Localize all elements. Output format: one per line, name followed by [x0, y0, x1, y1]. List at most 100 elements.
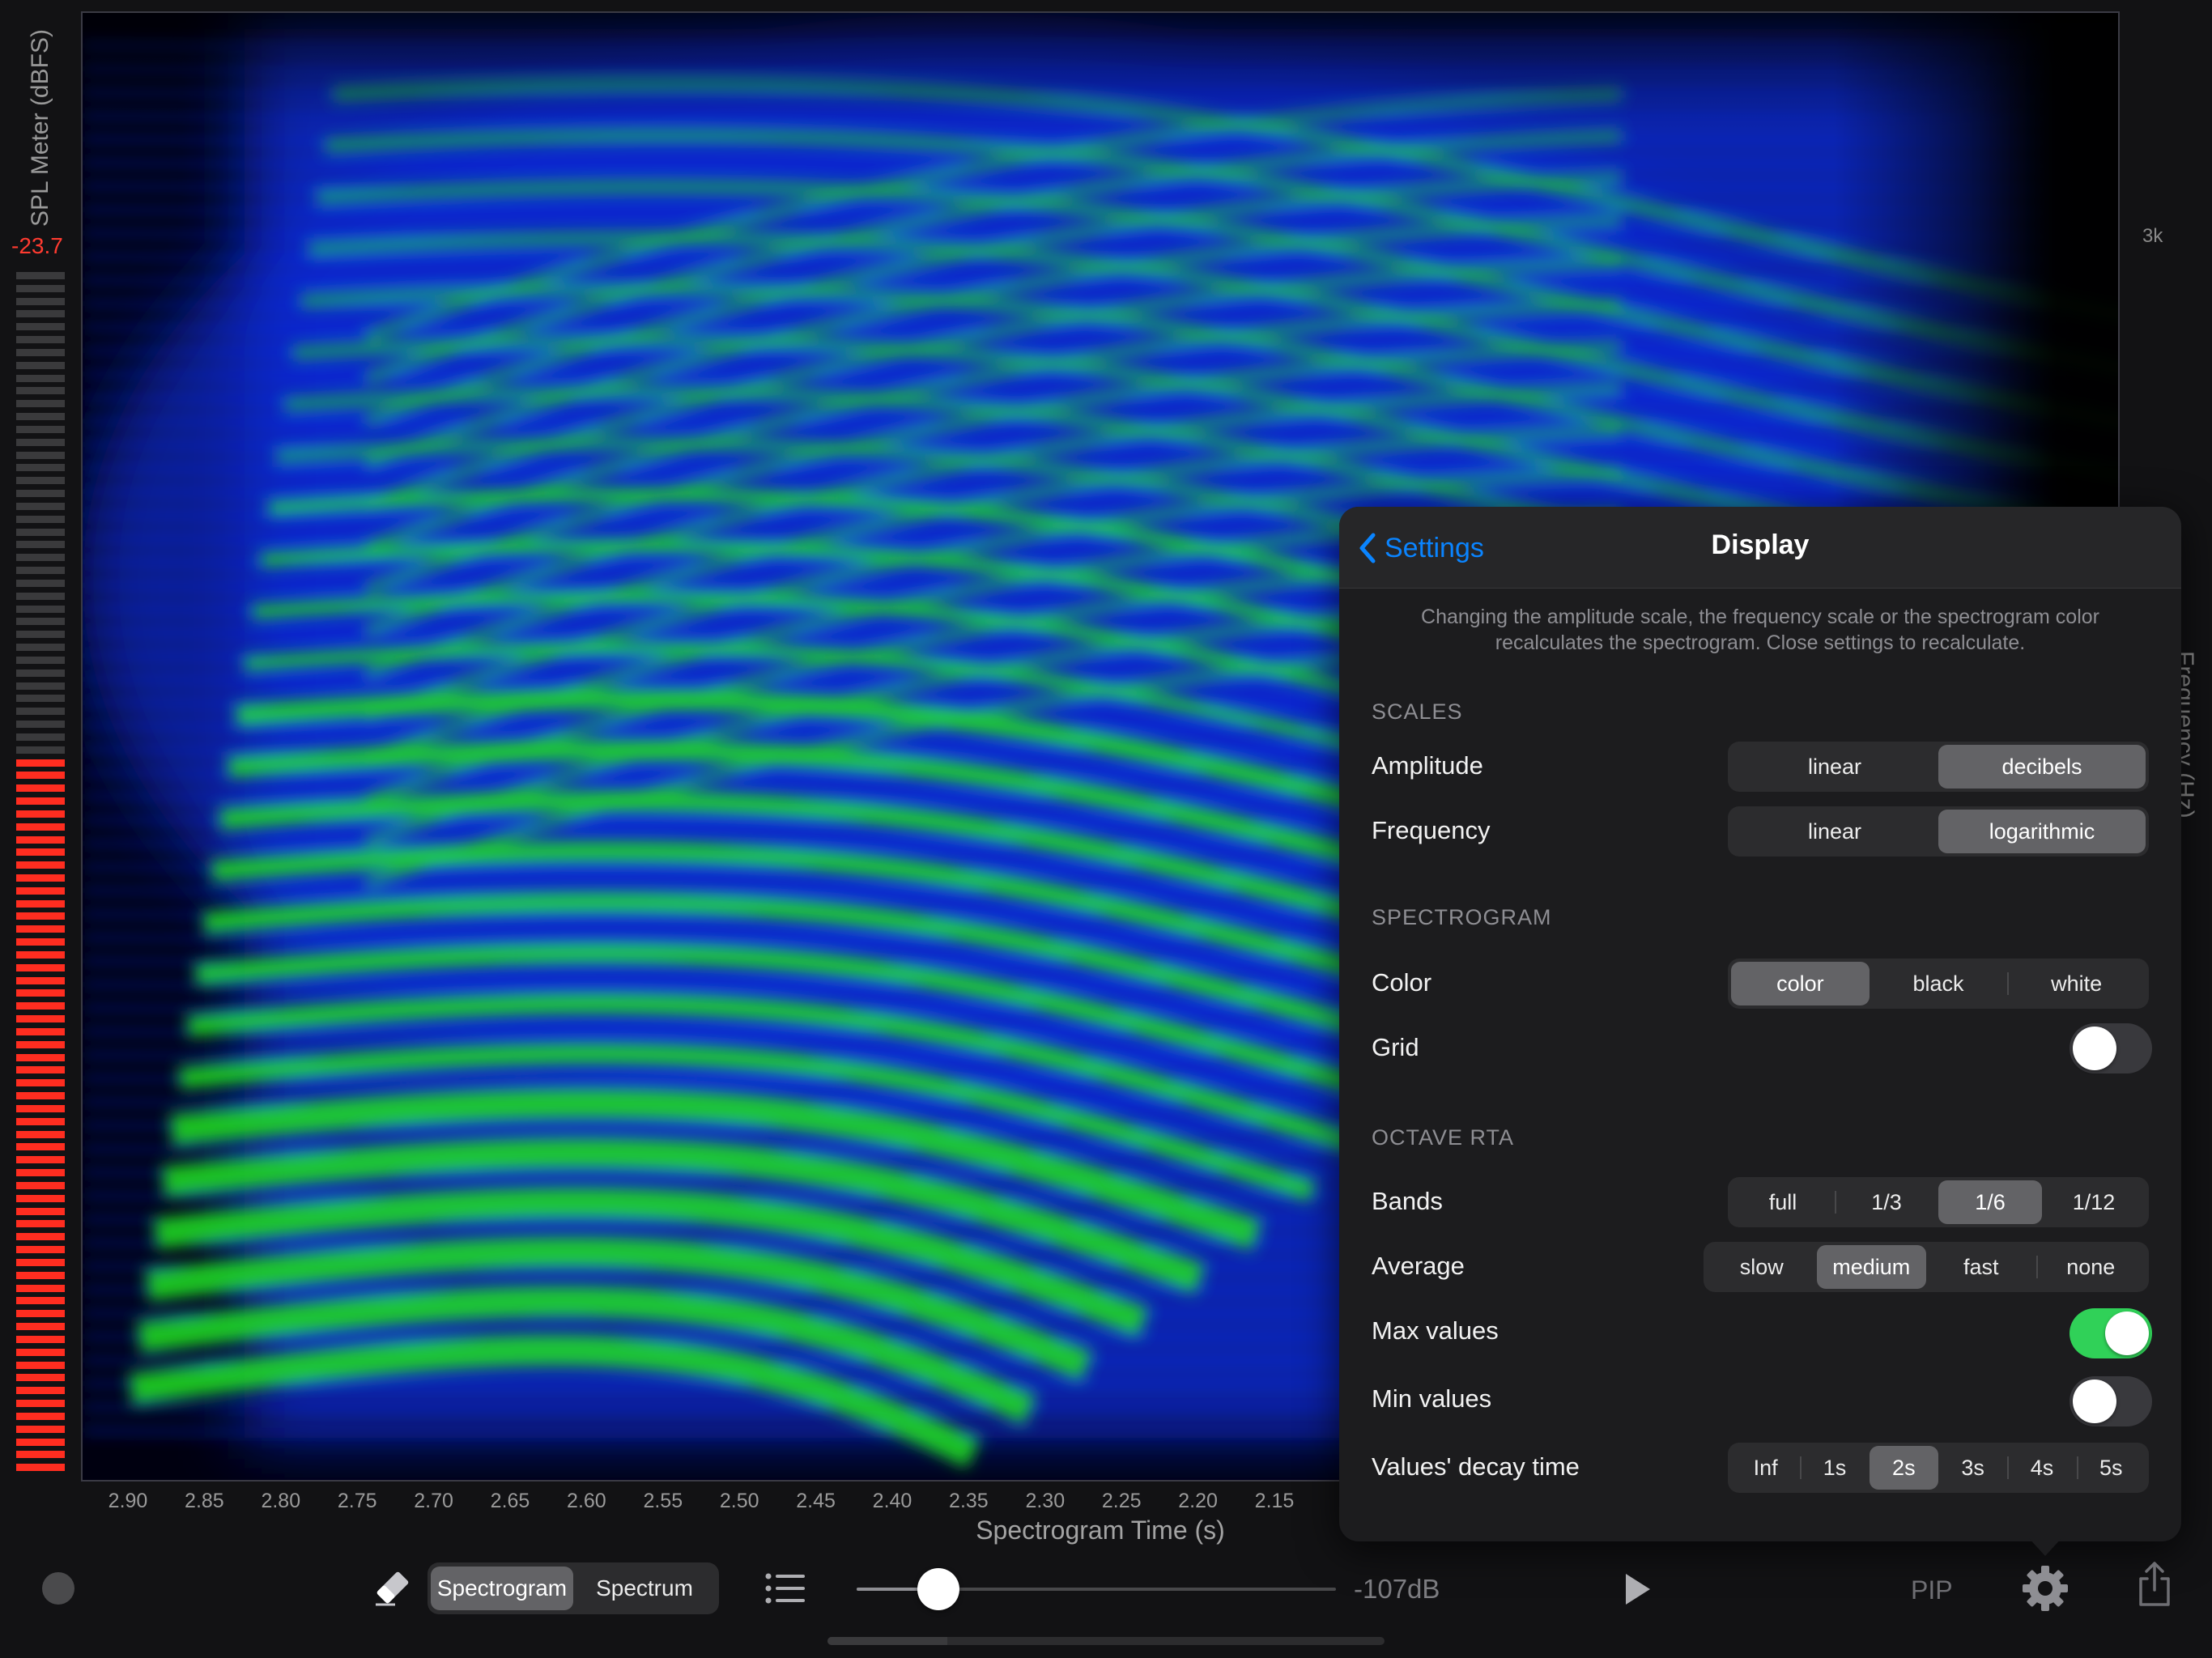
spl-segment — [16, 425, 65, 433]
spl-segment — [16, 1400, 65, 1408]
x-tick-label: 2.80 — [261, 1490, 301, 1512]
decay-option-2s[interactable]: 2s — [1869, 1446, 1938, 1490]
record-button[interactable] — [42, 1572, 74, 1605]
spl-segment — [16, 848, 65, 857]
spl-segment — [16, 835, 65, 844]
spl-segment — [16, 950, 65, 959]
x-tick-label: 2.45 — [796, 1490, 836, 1512]
max-values-toggle[interactable] — [2069, 1308, 2152, 1358]
section-octave-rta: OCTAVE RTA — [1372, 1125, 1515, 1150]
mode-segmented-control[interactable]: Spectrogram Spectrum — [428, 1562, 719, 1614]
color-option-black[interactable]: black — [1870, 962, 2008, 1005]
bands-option-1-12[interactable]: 1/12 — [2042, 1180, 2146, 1224]
x-tick-label: 2.50 — [719, 1490, 759, 1512]
spl-segment — [16, 336, 65, 344]
pip-button[interactable]: PIP — [1911, 1575, 1953, 1605]
play-icon[interactable] — [1621, 1571, 1653, 1612]
min-values-label: Min values — [1372, 1384, 1492, 1413]
spl-meter-title: SPL Meter (dBFS) — [27, 29, 53, 227]
frequency-option-logarithmic[interactable]: logarithmic — [1938, 810, 2146, 853]
spl-segment — [16, 1079, 65, 1087]
bands-option-1-3[interactable]: 1/3 — [1835, 1180, 1938, 1224]
spl-segment — [16, 1143, 65, 1151]
spl-segment — [16, 438, 65, 446]
mode-option-spectrum[interactable]: Spectrum — [573, 1567, 716, 1610]
spl-segment — [16, 925, 65, 933]
spl-segment — [16, 938, 65, 946]
spl-segment — [16, 1425, 65, 1433]
color-segmented-control[interactable]: color black white — [1728, 959, 2149, 1009]
spl-segment — [16, 874, 65, 882]
share-icon[interactable] — [2136, 1561, 2173, 1612]
average-option-fast[interactable]: fast — [1926, 1245, 2036, 1289]
spl-segment — [16, 1040, 65, 1048]
popover-arrow — [2027, 1537, 2063, 1556]
x-tick-label: 2.65 — [490, 1490, 530, 1512]
average-label: Average — [1372, 1252, 1465, 1280]
display-settings-popover: Settings Display Changing the amplitude … — [1339, 507, 2181, 1541]
amplitude-label: Amplitude — [1372, 751, 1483, 780]
spl-segment — [16, 1156, 65, 1164]
spl-segment — [16, 1233, 65, 1241]
bands-segmented-control[interactable]: full 1/3 1/6 1/12 — [1728, 1177, 2149, 1227]
average-option-none[interactable]: none — [2035, 1245, 2146, 1289]
frequency-tick-3k: 3k — [2142, 225, 2163, 247]
frequency-option-linear[interactable]: linear — [1731, 810, 1938, 853]
decay-time-segmented-control[interactable]: Inf 1s 2s 3s 4s 5s — [1728, 1443, 2149, 1493]
frequency-label: Frequency — [1372, 816, 1491, 844]
popover-header: Settings Display — [1339, 507, 2181, 589]
gain-slider[interactable] — [857, 1568, 1336, 1610]
x-tick-label: 2.20 — [1178, 1490, 1218, 1512]
bands-option-1-6[interactable]: 1/6 — [1938, 1180, 2042, 1224]
spl-segment — [16, 989, 65, 997]
x-tick-label: 2.15 — [1254, 1490, 1295, 1512]
bands-option-full[interactable]: full — [1731, 1180, 1835, 1224]
decay-option-3s[interactable]: 3s — [1938, 1446, 2007, 1490]
spl-segment — [16, 886, 65, 895]
spl-segment — [16, 1323, 65, 1331]
mode-option-spectrogram[interactable]: Spectrogram — [431, 1567, 573, 1610]
spl-segment — [16, 1015, 65, 1023]
decay-option-1s[interactable]: 1s — [1800, 1446, 1869, 1490]
spl-segment — [16, 477, 65, 485]
spl-segment — [16, 1092, 65, 1100]
x-tick-label: 2.40 — [872, 1490, 912, 1512]
spl-segment — [16, 528, 65, 536]
spl-segment — [16, 618, 65, 626]
gear-icon[interactable] — [2019, 1562, 2071, 1618]
spl-segment — [16, 1284, 65, 1292]
spl-segment — [16, 1207, 65, 1215]
spl-segment — [16, 1412, 65, 1420]
amplitude-option-decibels[interactable]: decibels — [1938, 745, 2146, 789]
eraser-icon[interactable] — [371, 1566, 415, 1613]
spl-segment — [16, 682, 65, 690]
average-segmented-control[interactable]: slow medium fast none — [1704, 1242, 2149, 1292]
color-option-color[interactable]: color — [1731, 962, 1870, 1005]
spl-segment — [16, 400, 65, 408]
decay-option-5s[interactable]: 5s — [2076, 1446, 2146, 1490]
decay-option-4s[interactable]: 4s — [2007, 1446, 2076, 1490]
frequency-segmented-control[interactable]: linear logarithmic — [1728, 806, 2149, 857]
spl-segment — [16, 810, 65, 818]
spl-segment — [16, 631, 65, 639]
x-tick-label: 2.30 — [1025, 1490, 1066, 1512]
slider-thumb[interactable] — [917, 1568, 959, 1610]
spl-segment — [16, 733, 65, 741]
min-values-toggle[interactable] — [2069, 1376, 2152, 1426]
spl-segment — [16, 1246, 65, 1254]
spl-segment — [16, 1335, 65, 1343]
amplitude-option-linear[interactable]: linear — [1731, 745, 1938, 789]
list-icon[interactable] — [764, 1572, 806, 1609]
spl-segment — [16, 1451, 65, 1459]
spl-segment — [16, 899, 65, 908]
average-option-medium[interactable]: medium — [1816, 1245, 1926, 1289]
spl-segment — [16, 1438, 65, 1446]
grid-toggle[interactable] — [2069, 1023, 2152, 1073]
home-indicator — [827, 1637, 1385, 1645]
amplitude-segmented-control[interactable]: linear decibels — [1728, 742, 2149, 792]
spl-segment — [16, 1348, 65, 1356]
color-option-white[interactable]: white — [2007, 962, 2146, 1005]
spl-segment — [16, 746, 65, 754]
average-option-slow[interactable]: slow — [1707, 1245, 1817, 1289]
decay-option-inf[interactable]: Inf — [1731, 1446, 1800, 1490]
